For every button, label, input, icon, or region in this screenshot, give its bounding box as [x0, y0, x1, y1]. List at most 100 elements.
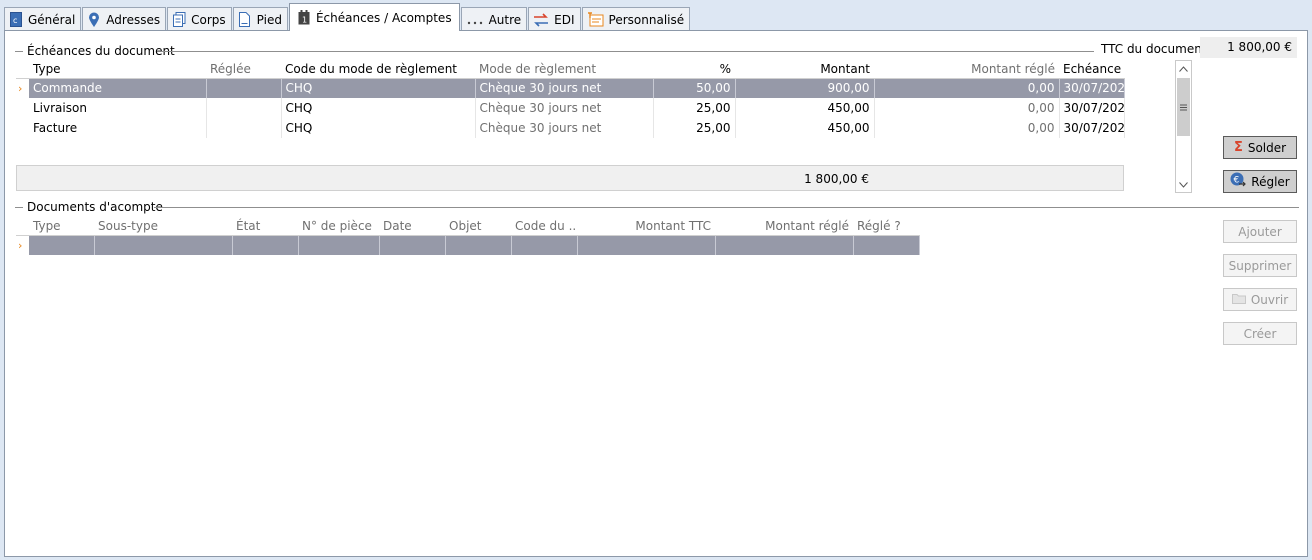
page-icon — [238, 12, 252, 28]
calendar-icon: 1 — [297, 10, 311, 26]
tab-pied[interactable]: Pied — [232, 7, 288, 31]
tab-general[interactable]: c Général — [4, 7, 82, 31]
creer-button[interactable]: Créer — [1223, 322, 1297, 345]
supprimer-label: Supprimer — [1228, 258, 1292, 273]
cell-reglee[interactable] — [206, 78, 282, 98]
cell-montant[interactable]: 900,00 — [735, 78, 875, 98]
tab-label: Échéances / Acomptes — [315, 10, 452, 25]
svg-text:€: € — [1234, 176, 1240, 186]
row-indicator-icon: › — [16, 235, 29, 255]
tab-label: Général — [28, 12, 76, 27]
ttc-label: TTC du document — [1101, 42, 1207, 56]
cell-percent[interactable]: 25,00 — [653, 98, 736, 118]
table-header-row: Type Sous-type État N° de pièce Date Obj… — [16, 218, 919, 236]
document-c-icon: c — [9, 12, 23, 28]
tab-strip: c Général Adresses Corps Pied 1 Échéance… — [4, 3, 691, 31]
cell-mode[interactable]: Chèque 30 jours net — [475, 98, 654, 118]
echeances-table[interactable]: Type Réglée Code du mode de règlement Mo… — [16, 61, 1125, 138]
ttc-value: 1 800,00 € — [1200, 37, 1297, 58]
table-row[interactable]: Facture CHQ Chèque 30 jours net 25,00 45… — [16, 118, 1125, 138]
column-header[interactable]: Objet — [445, 218, 511, 236]
column-header[interactable]: Réglée — [206, 61, 281, 79]
tab-corps[interactable]: Corps — [167, 7, 232, 31]
cell-montant[interactable]: 450,00 — [735, 118, 875, 138]
cell-reglee[interactable] — [206, 118, 282, 138]
scroll-up-icon[interactable] — [1176, 61, 1191, 76]
cell-type[interactable]: Facture — [29, 118, 207, 138]
cell-mode[interactable]: Chèque 30 jours net — [475, 78, 654, 98]
regler-label: Régler — [1251, 174, 1290, 189]
column-header[interactable]: Code du ... — [511, 218, 577, 236]
tab-autre[interactable]: Autre — [460, 7, 528, 31]
cell-reglee[interactable] — [206, 98, 282, 118]
column-header[interactable]: Sous-type — [94, 218, 232, 236]
cell-montant[interactable]: 450,00 — [735, 98, 875, 118]
acomptes-title: Documents d'acompte — [27, 200, 163, 214]
scroll-down-icon[interactable] — [1176, 177, 1191, 192]
cell-mode[interactable]: Chèque 30 jours net — [475, 118, 654, 138]
column-header[interactable]: Type — [29, 61, 206, 79]
cell-montant-regle[interactable]: 0,00 — [874, 118, 1060, 138]
echeances-panel: Échéances du document TTC du document 1 … — [4, 30, 1308, 557]
divider — [162, 51, 1094, 52]
cell-percent[interactable]: 50,00 — [653, 78, 736, 98]
table-row[interactable]: Livraison CHQ Chèque 30 jours net 25,00 … — [16, 98, 1125, 118]
echeances-title: Échéances du document — [27, 44, 175, 58]
column-header[interactable]: N° de pièce — [298, 218, 379, 236]
cell-echeance[interactable]: 30/07/2020 — [1059, 98, 1125, 118]
map-pin-icon — [87, 12, 101, 28]
table-row[interactable]: › — [16, 235, 920, 255]
divider — [154, 207, 1299, 208]
solder-button[interactable]: Σ Solder — [1223, 136, 1297, 159]
column-header[interactable]: Code du mode de règlement — [281, 61, 475, 79]
creer-label: Créer — [1243, 326, 1277, 341]
custom-fields-icon — [587, 12, 604, 28]
ajouter-label: Ajouter — [1238, 224, 1282, 239]
cell-code-mode[interactable]: CHQ — [281, 98, 476, 118]
column-header[interactable]: Réglé ? — [853, 218, 919, 236]
column-header[interactable]: Type — [29, 218, 94, 236]
column-header[interactable]: Montant réglé — [715, 218, 853, 236]
cell-echeance[interactable]: 30/07/2020 — [1059, 118, 1125, 138]
tab-personnalise[interactable]: Personnalisé — [581, 7, 691, 31]
folder-icon — [1231, 293, 1246, 307]
acomptes-table[interactable]: Type Sous-type État N° de pièce Date Obj… — [16, 218, 920, 255]
cell-code-mode[interactable]: CHQ — [281, 118, 476, 138]
table-header-row: Type Réglée Code du mode de règlement Mo… — [16, 61, 1124, 79]
cell-type[interactable]: Livraison — [29, 98, 207, 118]
tab-edi[interactable]: EDI — [528, 7, 581, 31]
cell-percent[interactable]: 25,00 — [653, 118, 736, 138]
echeances-section-header: Échéances du document — [15, 44, 175, 58]
tab-label: Adresses — [106, 12, 161, 27]
vertical-scrollbar[interactable] — [1175, 60, 1192, 193]
column-header[interactable]: État — [232, 218, 298, 236]
tab-echeances-acomptes[interactable]: 1 Échéances / Acomptes — [288, 3, 460, 31]
svg-text:c: c — [13, 16, 17, 25]
euro-payment-icon: € — [1230, 172, 1247, 191]
column-header[interactable]: Montant — [735, 61, 874, 79]
tab-adresses[interactable]: Adresses — [82, 7, 167, 31]
column-header[interactable]: Date — [379, 218, 445, 236]
ouvrir-button[interactable]: Ouvrir — [1223, 288, 1297, 311]
ouvrir-label: Ouvrir — [1250, 292, 1289, 307]
column-header[interactable]: Mode de règlement — [475, 61, 653, 79]
row-indicator-icon: › — [16, 78, 29, 98]
exchange-arrows-icon — [533, 12, 549, 28]
column-header[interactable]: Montant TTC — [577, 218, 715, 236]
supprimer-button[interactable]: Supprimer — [1223, 254, 1297, 277]
column-header[interactable]: Echéance — [1059, 61, 1124, 79]
cell-type[interactable]: Commande — [29, 78, 207, 98]
cell-code-mode[interactable]: CHQ — [281, 78, 476, 98]
scroll-thumb[interactable] — [1177, 78, 1190, 136]
column-header[interactable]: Montant réglé — [874, 61, 1059, 79]
cell-montant-regle[interactable]: 0,00 — [874, 78, 1060, 98]
column-header[interactable]: % — [653, 61, 735, 79]
cell-montant-regle[interactable]: 0,00 — [874, 98, 1060, 118]
table-row[interactable]: › Commande CHQ Chèque 30 jours net 50,00… — [16, 78, 1125, 98]
regler-button[interactable]: € Régler — [1223, 170, 1297, 193]
ajouter-button[interactable]: Ajouter — [1223, 220, 1297, 243]
documents-icon — [172, 12, 186, 28]
tab-label: Autre — [488, 12, 522, 27]
cell-echeance[interactable]: 30/07/2020 — [1059, 78, 1125, 98]
tab-label: Pied — [256, 12, 282, 27]
